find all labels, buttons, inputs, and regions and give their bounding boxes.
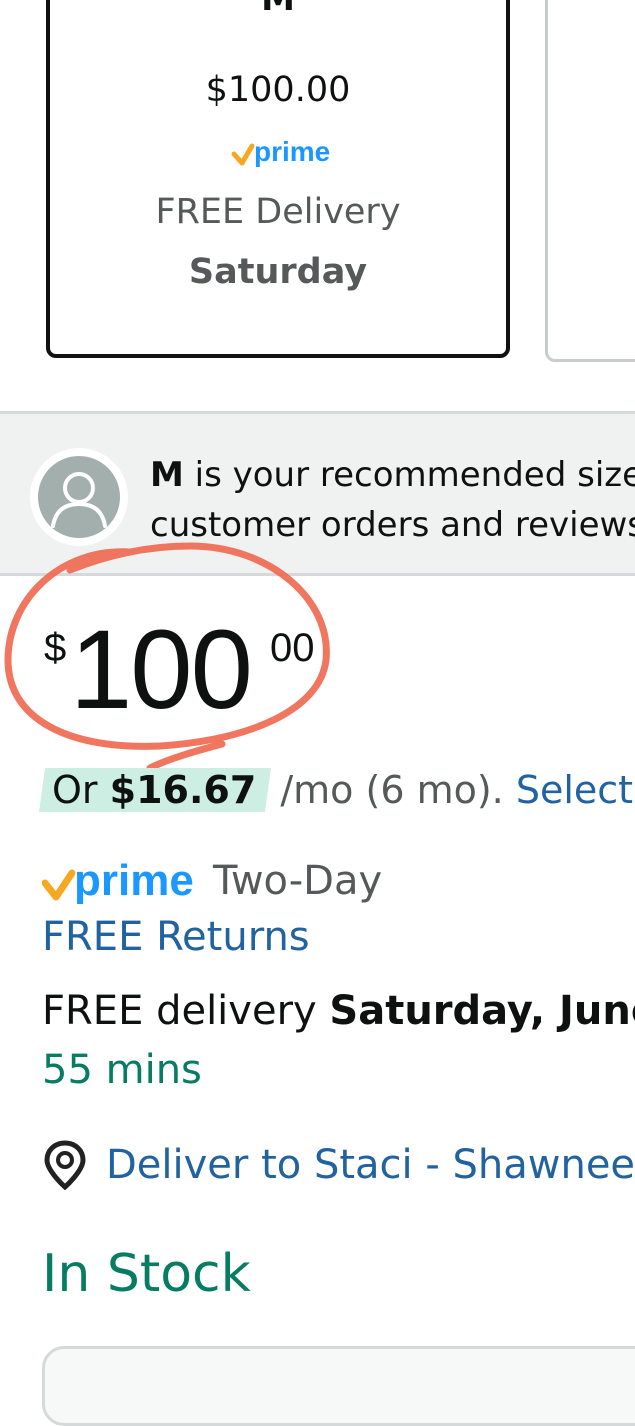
free-returns-link[interactable]: FREE Returns (42, 914, 310, 960)
monthly-term: /mo (6 mo). (268, 768, 516, 812)
monthly-select-link[interactable]: Select (516, 768, 633, 812)
recommendation-text: M is your recommended size customer orde… (150, 450, 635, 550)
prime-logo-text: prime (254, 136, 330, 167)
monthly-or: Or (52, 768, 110, 812)
size-option-delivery: FREE Delivery (155, 192, 401, 232)
prime-two-day-label: Two-Day (213, 858, 383, 904)
delivery-date: Saturday, June (329, 988, 635, 1034)
size-option-label: M (50, 0, 506, 19)
delivery-prefix: FREE delivery (42, 988, 330, 1034)
recommendation-line1: is your recommended size (183, 455, 635, 495)
deliver-to-text: Deliver to Staci - Shawnee (106, 1142, 635, 1188)
delivery-countdown: 55 mins (42, 1047, 202, 1093)
annotation-circle (4, 542, 330, 772)
monthly-amount: $16.67 (109, 768, 257, 812)
deliver-to-link[interactable]: Deliver to Staci - Shawnee (42, 1140, 635, 1190)
size-option-card-selected[interactable]: M $100.00 prime FREE Delivery Saturday (46, 0, 510, 358)
recommended-size: M (150, 455, 184, 495)
quantity-selector[interactable] (42, 1346, 635, 1426)
size-option-card[interactable] (545, 0, 635, 362)
delivery-info: FREE delivery Saturday, June (42, 988, 635, 1034)
monthly-highlight: Or $16.67 (38, 768, 272, 812)
prime-logo-icon: prime (230, 134, 340, 174)
size-option-price: $100.00 (205, 70, 351, 110)
monthly-payment-row: Or $16.67 /mo (6 mo). Select (38, 768, 633, 812)
size-option-delivery-day: Saturday (188, 252, 368, 292)
prime-two-day-row: prime Two-Day (42, 855, 382, 907)
location-pin-icon (44, 1140, 86, 1190)
stock-status: In Stock (42, 1244, 251, 1304)
prime-logo-icon: prime (42, 856, 194, 905)
prime-logo-text: prime (74, 856, 194, 905)
user-avatar-icon (30, 448, 128, 546)
